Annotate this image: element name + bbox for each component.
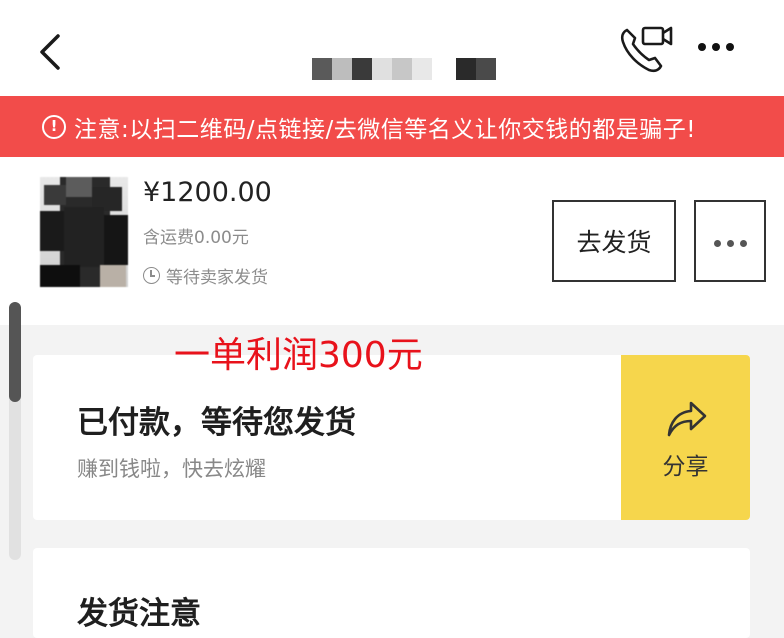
- chevron-left-icon: [40, 34, 60, 70]
- scrollbar-thumb[interactable]: [9, 302, 21, 402]
- more-button[interactable]: [695, 36, 745, 66]
- order-price: ¥1200.00: [143, 177, 272, 208]
- info-icon: !: [42, 114, 66, 139]
- warning-text: 注意:以扫二维码/点链接/去微信等名义让你交钱的都是骗子!: [74, 116, 696, 143]
- clock-icon: [143, 267, 160, 284]
- status-subtitle: 赚到钱啦，快去炫耀: [77, 457, 266, 481]
- shipping-notice-card: 发货注意: [33, 548, 750, 638]
- ship-button[interactable]: 去发货: [552, 200, 676, 282]
- back-button[interactable]: [30, 26, 74, 78]
- more-dots-icon: [695, 36, 737, 55]
- order-status: 等待卖家发货: [143, 263, 268, 288]
- scam-warning-banner: ! 注意:以扫二维码/点链接/去微信等名义让你交钱的都是骗子!: [0, 96, 784, 157]
- share-button[interactable]: 分享: [621, 355, 750, 520]
- share-label: 分享: [662, 454, 709, 480]
- product-thumbnail[interactable]: [40, 177, 128, 287]
- status-title: 已付款，等待您发货: [77, 405, 356, 441]
- order-status-text: 等待卖家发货: [166, 268, 268, 288]
- share-arrow-icon: [667, 401, 707, 437]
- page-title-masked: [312, 58, 504, 80]
- notice-title: 发货注意: [77, 596, 201, 632]
- page-title: [312, 58, 332, 80]
- top-nav-bar: [0, 0, 784, 96]
- profit-annotation: 一单利润300元: [174, 335, 423, 376]
- video-call-icon: [620, 26, 673, 73]
- order-more-button[interactable]: [694, 200, 766, 282]
- payment-status-card: 已付款，等待您发货 赚到钱啦，快去炫耀 分享: [33, 355, 750, 520]
- shipping-fee: 含运费0.00元: [143, 228, 249, 248]
- video-call-button[interactable]: [617, 22, 675, 78]
- order-summary-card: ¥1200.00 含运费0.00元 等待卖家发货 去发货: [0, 157, 784, 325]
- more-dots-icon: [711, 232, 750, 251]
